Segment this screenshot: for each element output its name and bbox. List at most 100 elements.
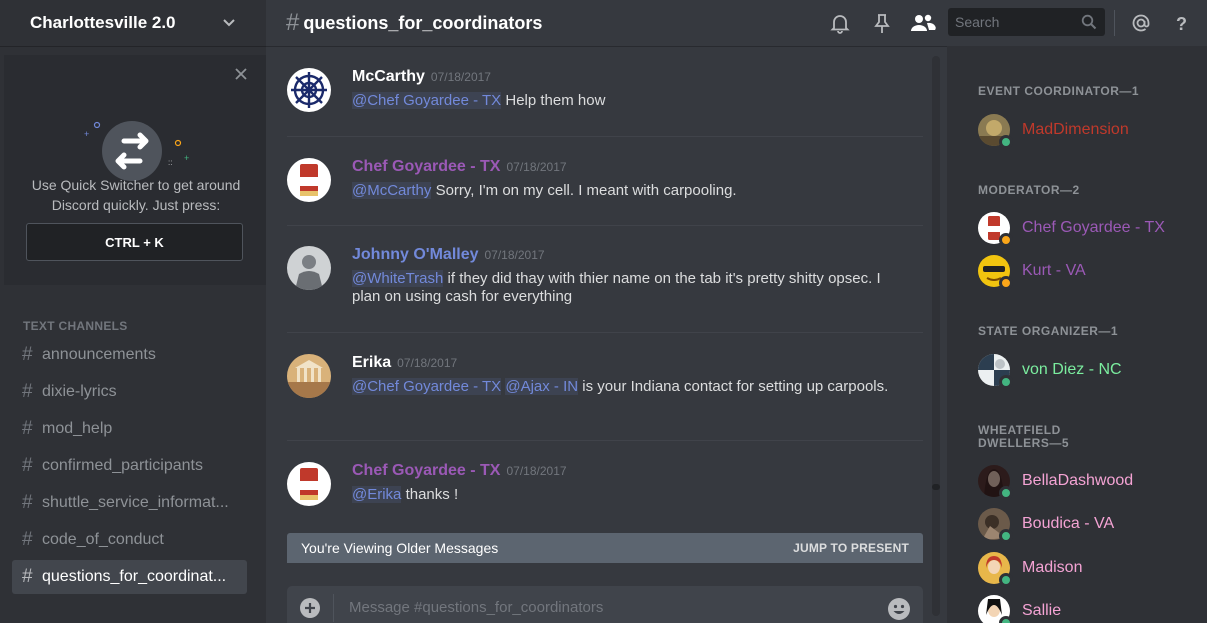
channel-hash-icon: #: [286, 9, 300, 36]
avatar: [978, 465, 1013, 500]
member-item[interactable]: Kurt - VA: [978, 254, 1086, 290]
status-online-icon: [999, 135, 1013, 149]
search-input[interactable]: Search: [948, 8, 1105, 36]
text-channels-heading[interactable]: TEXT CHANNELS: [23, 319, 128, 333]
channel-code-of-conduct[interactable]: # code_of_conduct: [12, 523, 247, 557]
message-author[interactable]: Chef Goyardee - TX 07/18/2017: [352, 462, 567, 480]
soup-can-avatar-icon: [287, 158, 331, 202]
hash-icon: #: [22, 381, 33, 402]
avatar[interactable]: [287, 354, 331, 398]
mention-icon[interactable]: [1130, 12, 1152, 34]
member-item[interactable]: Boudica - VA: [978, 507, 1114, 543]
quick-switcher-shortcut[interactable]: CTRL + K: [26, 223, 243, 261]
bell-icon[interactable]: [829, 12, 851, 34]
message-timestamp: 07/18/2017: [397, 356, 458, 370]
hash-icon: #: [22, 492, 33, 513]
add-attachment-icon[interactable]: [299, 597, 321, 619]
message-author[interactable]: Erika 07/18/2017: [352, 354, 457, 372]
scrollbar-thumb[interactable]: [932, 484, 940, 490]
status-idle-icon: [999, 276, 1013, 290]
avatar[interactable]: [287, 246, 331, 290]
channel-mod-help[interactable]: # mod_help: [12, 412, 247, 446]
status-online-icon: [999, 486, 1013, 500]
member-item[interactable]: Madison: [978, 551, 1082, 587]
message-timestamp: 07/18/2017: [430, 70, 491, 84]
channel-shuttle-service[interactable]: # shuttle_service_informat...: [12, 486, 247, 520]
composer-divider: [333, 594, 334, 622]
channel-label: announcements: [42, 346, 156, 363]
channel-label: shuttle_service_informat...: [42, 494, 229, 511]
soup-can-avatar-icon: [287, 462, 331, 506]
member-item[interactable]: von Diez - NC: [978, 353, 1122, 389]
quick-switcher-tip: + + :: Use Quick Switcher to get around …: [4, 55, 266, 285]
statue-avatar-icon: [287, 246, 331, 290]
members-icon[interactable]: [910, 12, 936, 34]
message-divider: [287, 136, 923, 137]
message-timestamp: 07/18/2017: [484, 248, 545, 262]
avatar: [978, 114, 1013, 149]
older-messages-text: You're Viewing Older Messages: [301, 540, 499, 556]
emoji-icon[interactable]: [887, 597, 911, 621]
avatar: [978, 212, 1013, 247]
message-body: @WhiteTrash if they did thay with thier …: [352, 270, 881, 305]
close-icon[interactable]: [234, 67, 248, 81]
server-name[interactable]: Charlottesville 2.0: [30, 13, 176, 33]
user-mention[interactable]: @Chef Goyardee - TX: [352, 92, 502, 109]
member-item[interactable]: BellaDashwood: [978, 464, 1134, 500]
channel-title: questions_for_coordinators: [303, 12, 543, 33]
svg-text:::: ::: [168, 158, 172, 167]
member-name: Sallie: [1022, 602, 1062, 619]
message-author[interactable]: McCarthy 07/18/2017: [352, 68, 491, 86]
message-timestamp: 07/18/2017: [506, 464, 567, 478]
role-heading: WHEATFIELD DWELLERS—5: [978, 423, 1070, 450]
message-list: McCarthy 07/18/2017 @Chef Goyardee - TX H…: [266, 46, 942, 623]
status-idle-icon: [999, 233, 1013, 247]
member-name: BellaDashwood: [1022, 472, 1134, 489]
user-mention[interactable]: @WhiteTrash: [352, 270, 444, 287]
role-heading: EVENT COORDINATOR—1: [978, 84, 1140, 98]
role-heading: STATE ORGANIZER—1: [978, 324, 1119, 338]
pin-icon[interactable]: [871, 12, 893, 34]
user-mention[interactable]: @McCarthy: [352, 182, 432, 199]
hash-icon: #: [22, 529, 33, 550]
server-header[interactable]: Charlottesville 2.0: [0, 0, 266, 46]
search-icon[interactable]: [1081, 14, 1097, 30]
channel-label: confirmed_participants: [42, 457, 203, 474]
user-mention[interactable]: @Erika: [352, 486, 402, 503]
hash-icon: #: [22, 344, 33, 365]
message-author[interactable]: Chef Goyardee - TX 07/18/2017: [352, 158, 567, 176]
avatar[interactable]: [287, 462, 331, 506]
jump-to-present-button[interactable]: JUMP TO PRESENT: [793, 541, 909, 555]
message-composer[interactable]: Message #questions_for_coordinators: [287, 586, 923, 623]
message-input[interactable]: Message #questions_for_coordinators: [349, 599, 603, 616]
avatar: [978, 354, 1013, 389]
channel-dixie-lyrics[interactable]: # dixie-lyrics: [12, 375, 247, 409]
channel-label: dixie-lyrics: [42, 383, 117, 400]
channel-confirmed-participants[interactable]: # confirmed_participants: [12, 449, 247, 483]
older-messages-bar[interactable]: You're Viewing Older Messages JUMP TO PR…: [287, 533, 923, 563]
message-divider: [287, 440, 923, 441]
channel-label: mod_help: [42, 420, 113, 437]
member-list: EVENT COORDINATOR—1 MadDimension MODERAT…: [947, 46, 1207, 623]
hash-icon: #: [22, 566, 33, 587]
member-item[interactable]: Sallie: [978, 594, 1061, 623]
message-scrollbar[interactable]: [932, 56, 940, 616]
member-name: Chef Goyardee - TX: [1022, 219, 1165, 236]
channel-announcements[interactable]: # announcements: [12, 338, 247, 372]
avatar[interactable]: [287, 158, 331, 202]
message-body: @Erika thanks !: [352, 486, 459, 503]
member-item[interactable]: MadDimension: [978, 113, 1129, 149]
user-mention[interactable]: @Ajax - IN: [505, 378, 579, 395]
svg-text:?: ?: [1176, 14, 1187, 34]
help-icon[interactable]: ?: [1171, 12, 1193, 34]
message-author[interactable]: Johnny O'Malley 07/18/2017: [352, 246, 545, 264]
channel-questions-for-coordinators[interactable]: # questions_for_coordinat...: [12, 560, 247, 594]
message-divider: [287, 225, 923, 226]
channel-label: code_of_conduct: [42, 531, 164, 548]
avatar[interactable]: [287, 68, 331, 112]
member-name: Kurt - VA: [1022, 262, 1086, 279]
chevron-down-icon[interactable]: [222, 16, 236, 30]
message-body: @McCarthy Sorry, I'm on my cell. I meant…: [352, 182, 737, 199]
user-mention[interactable]: @Chef Goyardee - TX: [352, 378, 502, 395]
member-item[interactable]: Chef Goyardee - TX: [978, 211, 1165, 247]
